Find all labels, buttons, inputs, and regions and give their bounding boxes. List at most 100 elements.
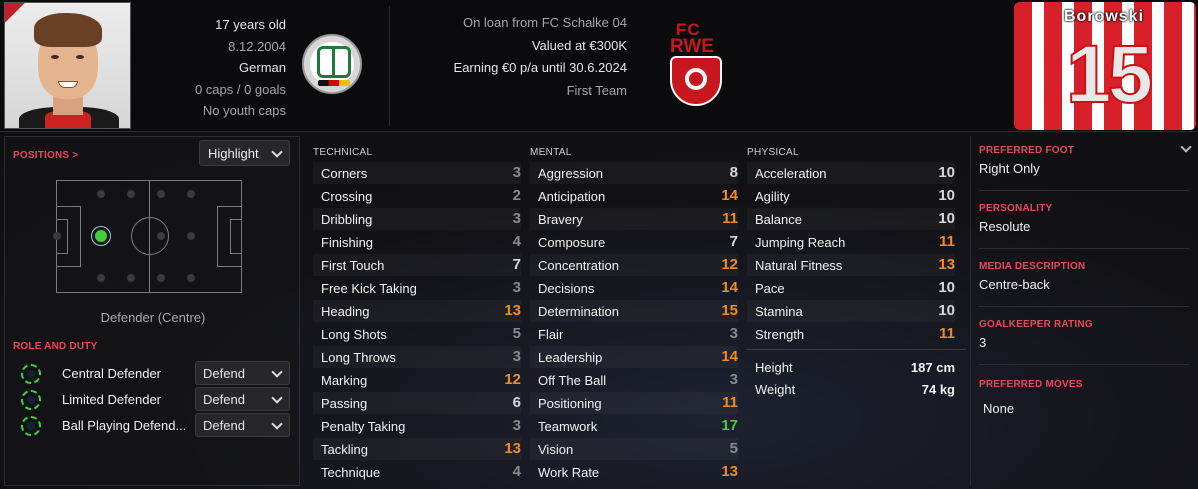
duty-dropdown[interactable]: Defend <box>195 387 290 411</box>
attribute-row[interactable]: Free Kick Taking 3 <box>313 277 521 299</box>
attribute-value: 3 <box>512 417 521 434</box>
chevron-down-icon <box>271 418 283 430</box>
attribute-row[interactable]: Teamwork 17 <box>530 415 738 437</box>
attribute-row[interactable]: Work Rate 13 <box>530 461 738 483</box>
attribute-name: Off The Ball <box>538 373 607 388</box>
role-row[interactable]: Ball Playing Defend... Defend <box>5 413 301 439</box>
current-position-marker[interactable] <box>92 227 110 245</box>
attribute-name: Positioning <box>538 396 602 411</box>
attribute-name: Jumping Reach <box>755 235 846 250</box>
attribute-row[interactable]: Crossing 2 <box>313 185 521 207</box>
attribute-row[interactable]: Pace 10 <box>747 277 955 299</box>
position-pitch <box>53 180 242 293</box>
attribute-value: 11 <box>939 233 955 250</box>
attribute-name: Aggression <box>538 166 604 181</box>
attribute-row[interactable]: Jumping Reach 11 <box>747 231 955 253</box>
role-suitability-icon <box>21 364 41 384</box>
positions-title[interactable]: POSITIONS > <box>13 150 78 161</box>
attribute-row[interactable]: Agility 10 <box>747 185 955 207</box>
role-row[interactable]: Limited Defender Defend <box>5 387 301 413</box>
attribute-value: 5 <box>512 325 521 342</box>
attribute-name: Concentration <box>538 258 619 273</box>
profile-main: POSITIONS > Highlight Defender (Centre) … <box>0 133 1198 489</box>
attribute-row[interactable]: Natural Fitness 13 <box>747 254 955 276</box>
player-dob: 8.12.2004 <box>228 38 286 54</box>
attribute-name: Long Shots <box>321 327 387 342</box>
preferred-foot-value: Right Only <box>979 161 1040 176</box>
attribute-row[interactable]: Marking 12 <box>313 369 521 391</box>
player-age: 17 years old <box>215 17 286 32</box>
attribute-row[interactable]: Strength 11 <box>747 323 955 345</box>
attribute-row[interactable]: Long Throws 3 <box>313 346 521 368</box>
attribute-row[interactable]: Passing 6 <box>313 392 521 414</box>
role-suitability-icon <box>21 390 41 410</box>
chevron-down-icon[interactable] <box>1180 141 1192 153</box>
attribute-row[interactable]: Composure 7 <box>530 231 738 253</box>
role-duty-title: ROLE AND DUTY <box>13 341 98 352</box>
role-row[interactable]: Central Defender Defend <box>5 361 301 387</box>
highlight-dropdown[interactable]: Highlight <box>199 140 290 166</box>
attribute-value: 14 <box>721 187 738 204</box>
attribute-value: 8 <box>729 164 738 181</box>
attribute-row[interactable]: Decisions 14 <box>530 277 738 299</box>
attribute-value: 10 <box>938 210 955 227</box>
weight-row: Weight 74 kg <box>755 382 955 397</box>
attribute-name: Long Throws <box>321 350 396 365</box>
attribute-value: 3 <box>729 371 738 388</box>
attribute-name: Stamina <box>755 304 803 319</box>
attribute-value: 11 <box>939 325 955 342</box>
attribute-value: 7 <box>729 233 738 250</box>
attribute-row[interactable]: Flair 3 <box>530 323 738 345</box>
attribute-name: Technique <box>321 465 381 480</box>
attribute-value: 11 <box>722 210 738 227</box>
height-value: 187 cm <box>910 360 955 375</box>
media-description-value: Centre-back <box>979 277 1050 292</box>
positions-panel: POSITIONS > Highlight Defender (Centre) … <box>4 136 300 486</box>
club-badge-icon[interactable]: FC RWE <box>668 20 724 108</box>
attribute-row[interactable]: First Touch 7 <box>313 254 521 276</box>
attribute-row[interactable]: Technique 4 <box>313 461 521 483</box>
player-nationality: German <box>239 60 286 76</box>
attribute-row[interactable]: Long Shots 5 <box>313 323 521 345</box>
attribute-value: 3 <box>512 348 521 365</box>
attribute-row[interactable]: Tackling 13 <box>313 438 521 460</box>
personality-value: Resolute <box>979 219 1031 234</box>
attribute-row[interactable]: Vision 5 <box>530 438 738 460</box>
nation-badge-icon[interactable] <box>302 34 362 94</box>
attribute-row[interactable]: Positioning 11 <box>530 392 738 414</box>
attribute-value: 14 <box>721 279 738 296</box>
attribute-name: Agility <box>755 189 790 204</box>
shirt-number-banner: Borowski 15 <box>1014 2 1196 130</box>
player-header: 17 years old 8.12.2004 German 0 caps / 0… <box>0 0 1198 132</box>
attribute-row[interactable]: Aggression 8 <box>530 162 738 184</box>
duty-dropdown[interactable]: Defend <box>195 361 290 385</box>
attribute-row[interactable]: Off The Ball 3 <box>530 369 738 391</box>
attribute-row[interactable]: Acceleration 10 <box>747 162 955 184</box>
attribute-name: Acceleration <box>755 166 827 181</box>
player-info-panel: PREFERRED FOOT Right Only PERSONALITY Re… <box>970 136 1196 486</box>
attribute-value: 10 <box>938 302 955 319</box>
player-value: Valued at €300K <box>531 37 627 53</box>
attribute-row[interactable]: Stamina 10 <box>747 300 955 322</box>
personality-title: PERSONALITY <box>979 203 1053 214</box>
attribute-row[interactable]: Anticipation 14 <box>530 185 738 207</box>
duty-dropdown[interactable]: Defend <box>195 413 290 437</box>
attribute-row[interactable]: Heading 13 <box>313 300 521 322</box>
attribute-row[interactable]: Corners 3 <box>313 162 521 184</box>
attribute-name: Teamwork <box>538 419 598 434</box>
attribute-row[interactable]: Finishing 4 <box>313 231 521 253</box>
attribute-row[interactable]: Determination 15 <box>530 300 738 322</box>
loan-info[interactable]: On loan from FC Schalke 04 <box>454 12 627 35</box>
attribute-row[interactable]: Bravery 11 <box>530 208 738 230</box>
contract-info: On loan from FC Schalke 04 Valued at €30… <box>454 12 627 102</box>
weight-value: 74 kg <box>921 382 955 397</box>
attribute-row[interactable]: Balance 10 <box>747 208 955 230</box>
attribute-name: Flair <box>538 327 564 342</box>
attribute-row[interactable]: Penalty Taking 3 <box>313 415 521 437</box>
attribute-row[interactable]: Leadership 14 <box>530 346 738 368</box>
attribute-value: 3 <box>512 164 521 181</box>
attribute-name: Corners <box>321 166 368 181</box>
attribute-row[interactable]: Concentration 12 <box>530 254 738 276</box>
attribute-row[interactable]: Dribbling 3 <box>313 208 521 230</box>
attribute-value: 12 <box>721 256 738 273</box>
